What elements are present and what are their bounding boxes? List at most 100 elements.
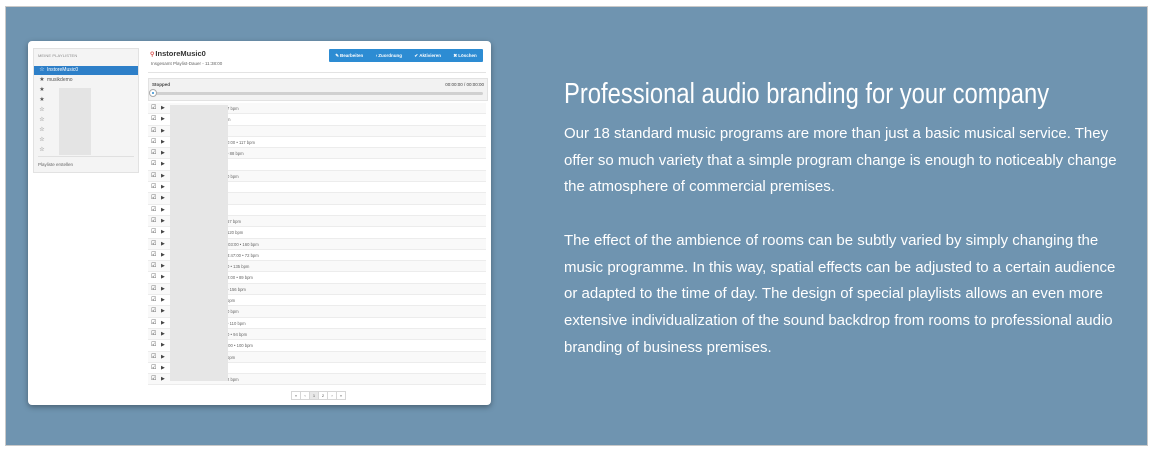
star-filled-icon: ★ [39, 97, 45, 103]
playlist-duration: Insgesamt Playlist-Dauer - 11:38:00 [151, 61, 223, 66]
track-checkbox[interactable]: ☑ [151, 128, 156, 135]
play-icon[interactable]: ▶ [161, 128, 165, 135]
star-outline-icon: ☆ [39, 127, 45, 133]
track-meta: 0 bpm [227, 173, 239, 179]
track-checkbox[interactable]: ☑ [151, 286, 156, 293]
edit-button[interactable]: ✎Bearbeiten [335, 53, 363, 59]
play-icon[interactable]: ▶ [161, 241, 165, 248]
chevron-right-icon: › [375, 53, 378, 58]
track-checkbox[interactable]: ☑ [151, 354, 156, 361]
play-icon[interactable]: ▶ [161, 173, 165, 180]
track-meta: 2:00 • 89 bpm [227, 275, 253, 281]
track-checkbox[interactable]: ☑ [151, 342, 156, 349]
track-checkbox[interactable]: ☑ [151, 263, 156, 270]
track-checkbox[interactable]: ☑ [151, 308, 156, 315]
track-checkbox[interactable]: ☑ [151, 229, 156, 236]
play-icon[interactable]: ▶ [161, 139, 165, 146]
detail-paragraph: The effect of the ambience of rooms can … [564, 232, 1116, 356]
assign-button-label: Zuordnung [378, 53, 402, 58]
play-icon[interactable]: ▶ [161, 150, 165, 157]
track-meta: :00 • 100 bpm [227, 343, 253, 349]
track-meta: 0 bpm [227, 309, 239, 315]
sidebar-item-label: musikdemo [47, 77, 73, 83]
pagination: «‹ 1 2 ›» [291, 391, 346, 400]
page-button[interactable]: » [336, 391, 346, 400]
play-icon[interactable]: ▶ [161, 320, 165, 327]
track-checkbox[interactable]: ☑ [151, 150, 156, 157]
track-checkbox[interactable]: ☑ [151, 331, 156, 338]
play-icon[interactable]: ▶ [161, 218, 165, 225]
play-icon[interactable]: ▶ [161, 297, 165, 304]
play-icon[interactable]: ▶ [161, 229, 165, 236]
play-icon[interactable]: ▶ [161, 207, 165, 214]
play-icon[interactable]: ▶ [161, 263, 165, 270]
track-meta: 67 bpm [227, 218, 241, 224]
progress-handle[interactable] [149, 89, 157, 97]
play-icon[interactable]: ▶ [161, 184, 165, 191]
activate-button[interactable]: ✔Aktivieren [414, 53, 441, 59]
track-checkbox[interactable]: ☑ [151, 161, 156, 168]
track-checkbox[interactable]: ☑ [151, 274, 156, 281]
play-icon[interactable]: ▶ [161, 274, 165, 281]
track-checkbox[interactable]: ☑ [151, 297, 156, 304]
play-icon[interactable]: ▶ [161, 376, 165, 383]
sidebar-header: MEINE PLAYLISTEN [38, 53, 78, 58]
star-filled-icon: ★ [39, 77, 45, 83]
track-checkbox[interactable]: ☑ [151, 218, 156, 225]
track-meta: :03:00 • 160 bpm [227, 241, 259, 247]
edit-icon: ✎ [335, 52, 339, 58]
play-icon[interactable]: ▶ [161, 365, 165, 372]
track-checkbox[interactable]: ☑ [151, 139, 156, 146]
play-icon[interactable]: ▶ [161, 354, 165, 361]
sidebar-playlist-item[interactable]: ★ musikdemo [34, 76, 138, 85]
star-outline-icon: ☆ [39, 137, 45, 143]
track-meta: opm [227, 298, 236, 304]
track-meta: bpm [227, 354, 236, 360]
playlist-title: ⚲InstoreMusic0 [150, 49, 206, 58]
activate-button-label: Aktivieren [419, 52, 441, 58]
track-checkbox[interactable]: ☑ [151, 173, 156, 180]
track-meta: 3:47:00 • 72 bpm [227, 252, 259, 258]
track-meta: • 110 bpm [227, 320, 246, 326]
close-icon: ✖ [453, 52, 458, 58]
play-icon[interactable]: ▶ [161, 195, 165, 202]
app-screenshot-card: MEINE PLAYLISTEN ☆ InstoreMusic0 ★ musikdem… [28, 41, 491, 405]
delete-button[interactable]: ✖Löschen [453, 53, 476, 59]
track-checkbox[interactable]: ☑ [151, 105, 156, 112]
create-playlist-link[interactable]: Playliste erstellen [38, 162, 73, 167]
track-meta: 7 bpm [227, 106, 239, 111]
track-checkbox[interactable]: ☑ [151, 320, 156, 327]
assign-button[interactable]: ›Zuordnung [376, 53, 402, 58]
redacted-playlist-names [59, 88, 91, 155]
sidebar-divider [38, 156, 134, 157]
play-icon[interactable]: ▶ [161, 161, 165, 168]
play-icon[interactable]: ▶ [161, 331, 165, 338]
track-checkbox[interactable]: ☑ [151, 241, 156, 248]
play-icon[interactable]: ▶ [161, 116, 165, 123]
header-divider [148, 72, 486, 73]
track-meta: 2 bpm [227, 377, 239, 383]
progress-track[interactable] [152, 92, 483, 95]
play-icon[interactable]: ▶ [161, 286, 165, 293]
sidebar-item-label: InstoreMusic0 [47, 67, 79, 73]
redacted-track-titles [170, 105, 228, 381]
track-checkbox[interactable]: ☑ [151, 184, 156, 191]
track-checkbox[interactable]: ☑ [151, 116, 156, 123]
play-icon[interactable]: ▶ [161, 252, 165, 259]
play-icon[interactable]: ▶ [161, 308, 165, 315]
intro-paragraph: Our 18 standard music programs are more … [564, 125, 1117, 196]
track-checkbox[interactable]: ☑ [151, 365, 156, 372]
track-meta: 0 • 135 bpm [227, 264, 250, 270]
track-meta: 0:00 • 117 bpm [227, 139, 255, 145]
play-icon[interactable]: ▶ [161, 105, 165, 112]
sidebar-playlist-item[interactable]: ☆ InstoreMusic0 [34, 66, 138, 75]
track-checkbox[interactable]: ☑ [151, 207, 156, 214]
player-time: 00:00:00 / 00:00:00 [445, 82, 484, 87]
playlist-sidebar: MEINE PLAYLISTEN ☆ InstoreMusic0 ★ musikdem… [33, 48, 139, 173]
track-checkbox[interactable]: ☑ [151, 252, 156, 259]
edit-button-label: Bearbeiten [340, 52, 364, 58]
play-icon[interactable]: ▶ [161, 342, 165, 349]
track-checkbox[interactable]: ☑ [151, 195, 156, 202]
track-checkbox[interactable]: ☑ [151, 376, 156, 383]
section-heading: Professional audio branding for your com… [564, 78, 1050, 110]
